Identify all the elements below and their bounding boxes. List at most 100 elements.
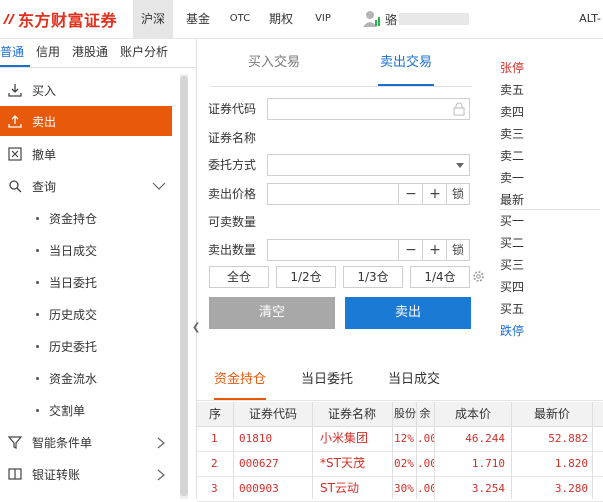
- column-divider: [434, 402, 435, 499]
- tab-credit[interactable]: 信用: [30, 39, 66, 67]
- menu-item-sell[interactable]: 卖出: [0, 106, 172, 136]
- table-row[interactable]: 2 000627 *ST天茂 02% .00 1.710 1.820: [197, 451, 603, 477]
- name-label: 证券名称: [208, 131, 257, 145]
- submenu-item-today-trades[interactable]: 当日成交: [36, 235, 97, 265]
- ask-1-label: 卖一: [500, 171, 525, 185]
- sell-qty-input[interactable]: − + 锁: [267, 239, 470, 261]
- chevron-right-icon: [157, 469, 165, 481]
- ask-5-label: 卖五: [500, 83, 525, 97]
- menu-item-smart-order[interactable]: 智能条件单: [0, 427, 172, 457]
- dropdown-caret-icon: [456, 163, 464, 168]
- lock-icon: [453, 102, 465, 116]
- menu-item-bank-transfer[interactable]: 银证转账: [0, 459, 172, 489]
- submenu-label: 历史委托: [49, 339, 98, 354]
- bid-4-label: 买四: [500, 280, 525, 294]
- price-lock-button[interactable]: 锁: [446, 184, 469, 204]
- row-index: 2: [211, 457, 218, 470]
- third-position-button[interactable]: 1/3仓: [343, 266, 403, 288]
- tab-today-trades[interactable]: 当日成交: [388, 360, 440, 400]
- search-icon: [8, 179, 22, 193]
- clear-button[interactable]: 清空: [209, 297, 335, 329]
- nav-tab-vip[interactable]: VIP: [305, 0, 341, 38]
- brand-name: 东方财富证券: [18, 11, 118, 30]
- column-header[interactable]: 序: [197, 402, 233, 426]
- latest-price: 1.820: [554, 457, 588, 470]
- row-index: 1: [211, 432, 218, 445]
- column-header[interactable]: 证券代码: [234, 402, 312, 426]
- account-type-tabs: 普通 信用 港股通 账户分析: [0, 39, 196, 68]
- sell-button[interactable]: 卖出: [345, 297, 471, 329]
- bullet-icon: [36, 344, 39, 348]
- tab-account-analysis[interactable]: 账户分析: [114, 39, 174, 67]
- submenu-item-history-trades[interactable]: 历史成交: [36, 299, 97, 329]
- sell-price-input[interactable]: − + 锁: [267, 183, 470, 205]
- submenu-item-history-orders[interactable]: 历史委托: [36, 331, 97, 361]
- menu-label: 撤单: [32, 147, 57, 162]
- cancel-order-icon: [8, 147, 22, 161]
- cost-price: 3.254: [471, 482, 505, 495]
- submenu-label: 当日成交: [49, 243, 98, 258]
- menu-label: 银证转账: [32, 467, 81, 482]
- gear-icon[interactable]: [472, 270, 485, 283]
- full-position-button[interactable]: 全仓: [209, 266, 269, 288]
- tab-positions[interactable]: 资金持仓: [214, 360, 267, 400]
- submenu-item-today-orders[interactable]: 当日委托: [36, 267, 97, 297]
- column-header[interactable]: 股份: [393, 402, 417, 426]
- column-header[interactable]: 余数: [416, 402, 434, 426]
- submenu-label: 当日委托: [49, 275, 98, 290]
- order-method-select[interactable]: [267, 154, 470, 176]
- nav-tab-fund[interactable]: 基金: [180, 0, 216, 38]
- submenu-item-cash-flow[interactable]: 资金流水: [36, 363, 97, 393]
- tab-sell-trade[interactable]: 卖出交易: [378, 40, 434, 86]
- masked-account: [399, 13, 470, 25]
- qty-lock-button[interactable]: 锁: [446, 240, 469, 260]
- column-header[interactable]: 最新价: [512, 402, 592, 426]
- brand-logo: 东方财富证券: [2, 8, 117, 30]
- submenu-label: 历史成交: [49, 307, 98, 322]
- submenu-item-settlement[interactable]: 交割单: [36, 395, 85, 425]
- nav-tab-otc[interactable]: OTC: [222, 0, 258, 38]
- menu-item-query[interactable]: 查询: [0, 171, 172, 201]
- nav-tab-options[interactable]: 期权: [263, 0, 299, 38]
- table-row[interactable]: 3 000903 ST云动 30% .00 3.254 3.280: [197, 476, 603, 502]
- bullet-icon: [36, 376, 39, 380]
- user-account[interactable]: 骆: [362, 9, 470, 29]
- column-header[interactable]: 成本价: [435, 402, 511, 426]
- latest-price: 52.882: [548, 432, 588, 445]
- ask-2-label: 卖二: [500, 149, 525, 163]
- column-header[interactable]: 证券名称: [313, 402, 391, 426]
- chevron-down-icon: [152, 182, 166, 190]
- latest-price: 3.280: [554, 482, 588, 495]
- tab-normal[interactable]: 普通: [0, 39, 31, 67]
- alt-hint: ALT-: [579, 12, 601, 25]
- price-minus-button[interactable]: −: [398, 184, 423, 204]
- menu-item-buy[interactable]: 买入: [0, 75, 172, 105]
- sidebar-scrollbar[interactable]: [180, 74, 188, 499]
- upload-icon: [8, 114, 22, 128]
- collapse-sidebar-icon[interactable]: ❮: [192, 322, 200, 333]
- bullet-icon: [36, 408, 39, 412]
- half-position-button[interactable]: 1/2仓: [276, 266, 336, 288]
- cost-price: 46.244: [465, 432, 505, 445]
- chevron-right-icon: [157, 437, 165, 449]
- qty-plus-button[interactable]: +: [422, 240, 447, 260]
- bid-3-label: 买三: [500, 258, 525, 272]
- submenu-label: 资金持仓: [49, 211, 98, 226]
- security-name: 小米集团: [320, 431, 369, 445]
- tab-buy-trade[interactable]: 买入交易: [236, 40, 312, 86]
- limit-up-label: 张停: [500, 61, 525, 75]
- nav-tab-hushen[interactable]: 沪深: [133, 0, 173, 38]
- scrollbar-thumb[interactable]: [180, 76, 188, 496]
- tab-hk-connect[interactable]: 港股通: [66, 39, 114, 67]
- quarter-position-button[interactable]: 1/4仓: [410, 266, 470, 288]
- table-row[interactable]: 1 01810 小米集团 12% .00 46.244 52.882: [197, 426, 603, 452]
- security-code: 000903: [239, 482, 279, 495]
- code-label: 证券代码: [208, 102, 257, 116]
- security-name: ST云动: [320, 481, 359, 495]
- menu-item-cancel[interactable]: 撤单: [0, 139, 172, 169]
- code-input[interactable]: [267, 98, 470, 120]
- submenu-item-positions[interactable]: 资金持仓: [36, 203, 97, 233]
- qty-minus-button[interactable]: −: [398, 240, 423, 260]
- tab-today-orders[interactable]: 当日委托: [301, 360, 353, 400]
- price-plus-button[interactable]: +: [422, 184, 447, 204]
